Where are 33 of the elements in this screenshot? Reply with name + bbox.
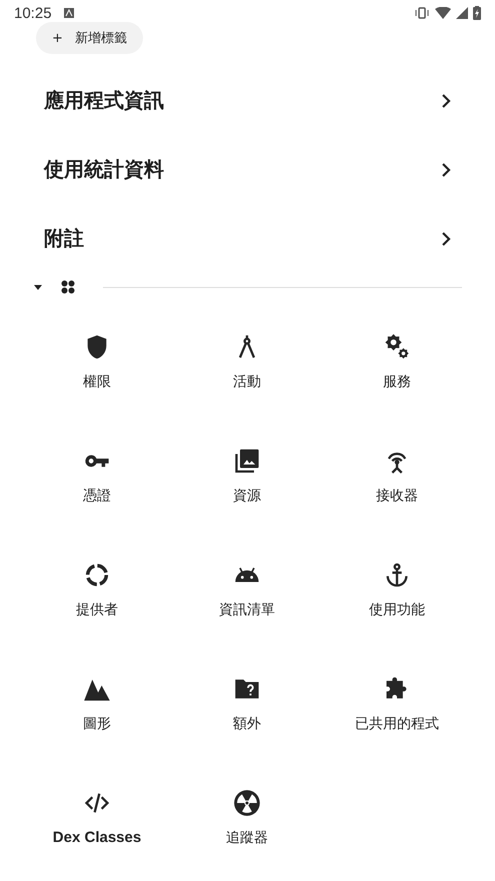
notification-icon [64, 8, 74, 18]
category-tile[interactable]: 追蹤器 [172, 789, 322, 847]
category-tile[interactable]: 已共用的程式 [322, 675, 472, 733]
signal-icon [456, 7, 468, 19]
add-tag-chip[interactable]: + 新增標籤 [36, 22, 143, 54]
gears-icon [383, 333, 411, 361]
category-tile[interactable]: 圖形 [22, 675, 172, 733]
category-tile[interactable]: Dex Classes [22, 789, 172, 847]
list-item[interactable]: 使用統計資料 [44, 156, 164, 183]
chevron-right-icon [441, 94, 451, 108]
photo-library-icon [233, 447, 261, 475]
battery-icon [473, 6, 481, 20]
category-tile[interactable]: 資訊清單 [172, 561, 322, 619]
radiation-icon [233, 789, 261, 817]
wifi-icon [435, 7, 451, 19]
vibrate-icon [414, 7, 430, 19]
list-item[interactable]: 附註 [44, 225, 84, 252]
status-time: 10:25 [14, 4, 52, 22]
category-tile[interactable]: 額外 [172, 675, 322, 733]
caret-down-icon[interactable] [33, 282, 43, 292]
category-tile[interactable]: 活動 [172, 333, 322, 391]
category-tile[interactable]: 提供者 [22, 561, 172, 619]
category-tile[interactable]: 使用功能 [322, 561, 472, 619]
chevron-right-icon [441, 232, 451, 246]
category-tile[interactable]: 接收器 [322, 447, 472, 505]
category-tile[interactable]: 服務 [322, 333, 472, 391]
category-tile[interactable]: 資源 [172, 447, 322, 505]
chevron-right-icon [441, 162, 451, 176]
category-tile[interactable]: 權限 [22, 333, 172, 391]
category-tile[interactable]: 憑證 [22, 447, 172, 505]
ring-icon [83, 561, 111, 589]
grid-icon [61, 280, 75, 294]
list-item[interactable]: 應用程式資訊 [44, 87, 164, 114]
